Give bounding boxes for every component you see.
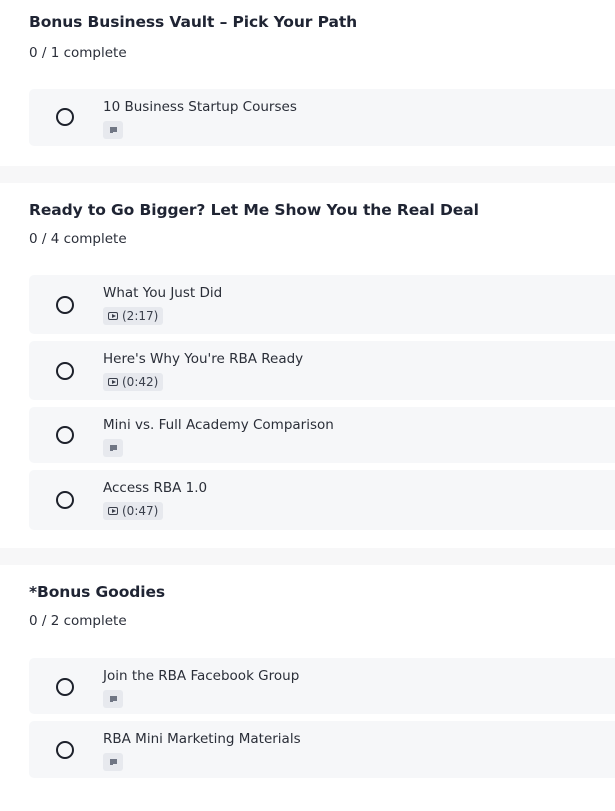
section-title: Bonus Business Vault – Pick Your Path bbox=[29, 13, 358, 31]
empty-circle-icon[interactable] bbox=[56, 362, 74, 380]
video-play-icon bbox=[108, 378, 118, 386]
section-title: Ready to Go Bigger? Let Me Show You the … bbox=[29, 201, 479, 219]
section-ready-to-go-bigger: Ready to Go Bigger? Let Me Show You the … bbox=[0, 183, 615, 548]
document-icon bbox=[103, 439, 123, 457]
lesson-title[interactable]: RBA Mini Marketing Materials bbox=[103, 731, 301, 747]
document-icon bbox=[103, 121, 123, 139]
lesson-title[interactable]: Here's Why You're RBA Ready bbox=[103, 351, 303, 367]
section-bonus-business-vault: Bonus Business Vault – Pick Your Path 0 … bbox=[0, 0, 615, 166]
section-progress: 0 / 1 complete bbox=[29, 45, 127, 61]
lesson-item[interactable]: Access RBA 1.0 (0:47) bbox=[29, 470, 615, 530]
lesson-item[interactable]: Here's Why You're RBA Ready (0:42) bbox=[29, 341, 615, 400]
lesson-item[interactable]: Mini vs. Full Academy Comparison bbox=[29, 407, 615, 463]
lesson-item[interactable]: 10 Business Startup Courses bbox=[29, 89, 615, 146]
video-play-icon bbox=[108, 507, 118, 515]
lesson-item[interactable]: Join the RBA Facebook Group bbox=[29, 658, 615, 714]
video-play-icon bbox=[108, 312, 118, 320]
section-bonus-goodies: *Bonus Goodies 0 / 2 complete Join the R… bbox=[0, 565, 615, 811]
empty-circle-icon[interactable] bbox=[56, 426, 74, 444]
document-icon bbox=[103, 753, 123, 771]
video-duration-badge: (0:42) bbox=[103, 373, 164, 391]
lesson-title[interactable]: Access RBA 1.0 bbox=[103, 480, 207, 496]
video-duration: (2:17) bbox=[122, 309, 159, 323]
lesson-title[interactable]: Join the RBA Facebook Group bbox=[103, 668, 299, 684]
empty-circle-icon[interactable] bbox=[56, 491, 74, 509]
section-title: *Bonus Goodies bbox=[29, 583, 166, 601]
document-icon bbox=[103, 690, 123, 708]
section-progress: 0 / 2 complete bbox=[29, 613, 127, 629]
lesson-item[interactable]: RBA Mini Marketing Materials bbox=[29, 721, 615, 778]
video-duration-badge: (2:17) bbox=[103, 307, 164, 325]
empty-circle-icon[interactable] bbox=[56, 741, 74, 759]
section-progress: 0 / 4 complete bbox=[29, 231, 127, 247]
lesson-item[interactable]: What You Just Did (2:17) bbox=[29, 275, 615, 334]
empty-circle-icon[interactable] bbox=[56, 296, 74, 314]
empty-circle-icon[interactable] bbox=[56, 108, 74, 126]
video-duration: (0:42) bbox=[122, 375, 159, 389]
lesson-title[interactable]: What You Just Did bbox=[103, 285, 222, 301]
lesson-title[interactable]: 10 Business Startup Courses bbox=[103, 99, 297, 115]
empty-circle-icon[interactable] bbox=[56, 678, 74, 696]
video-duration: (0:47) bbox=[122, 504, 159, 518]
lesson-title[interactable]: Mini vs. Full Academy Comparison bbox=[103, 417, 334, 433]
video-duration-badge: (0:47) bbox=[103, 502, 164, 520]
